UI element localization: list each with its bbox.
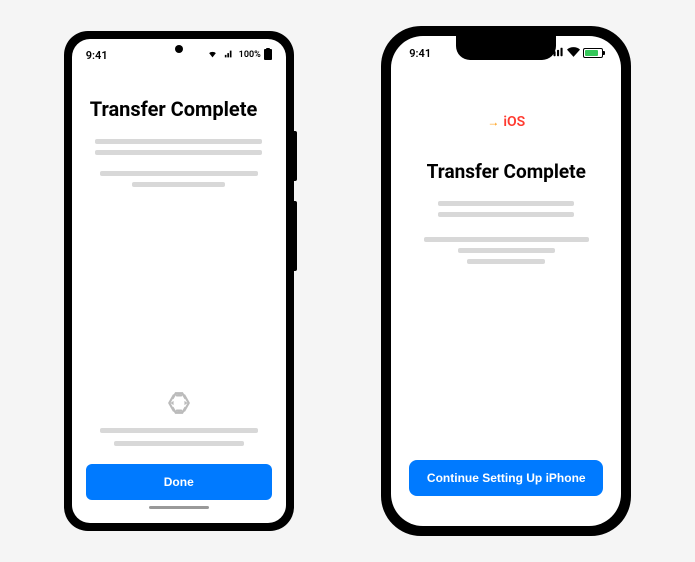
android-side-button-2 — [294, 201, 297, 271]
iphone-status-right — [550, 47, 603, 60]
android-content: Transfer Complete Done — [72, 67, 286, 523]
android-status-right: 100% — [206, 48, 272, 63]
iphone-screen: 9:41 → iOS Transfer Complete — [391, 36, 621, 526]
iphone-page-title: Transfer Complete — [409, 160, 603, 183]
placeholder-line — [114, 441, 244, 446]
iphone-status-time: 9:41 — [409, 47, 431, 60]
battery-icon — [583, 48, 603, 58]
placeholder-line — [100, 171, 258, 176]
ios-logo-text: iOS — [503, 114, 525, 130]
arrow-right-icon: → — [487, 115, 499, 129]
iphone-frame: 9:41 → iOS Transfer Complete — [381, 26, 631, 536]
android-home-indicator[interactable] — [149, 506, 209, 509]
wifi-icon — [206, 49, 219, 62]
placeholder-line — [424, 237, 589, 242]
android-side-button-1 — [294, 131, 297, 181]
signal-icon — [222, 49, 236, 62]
placeholder-line — [100, 428, 258, 433]
placeholder-line — [95, 139, 262, 144]
iphone-notch — [456, 36, 556, 60]
recycle-section — [86, 390, 272, 446]
battery-icon — [264, 48, 272, 63]
move-to-ios-logo: → iOS — [409, 114, 603, 130]
android-battery-text: 100% — [239, 50, 261, 60]
android-phone-frame: 9:41 100% Transfer Complete — [64, 31, 294, 531]
android-page-title: Transfer Complete — [86, 97, 272, 121]
placeholder-text-block — [86, 139, 272, 155]
placeholder-text-block — [409, 237, 603, 264]
iphone-content: → iOS Transfer Complete Continue Setting… — [391, 64, 621, 526]
placeholder-line — [438, 201, 574, 206]
android-status-bar: 9:41 100% — [72, 39, 286, 67]
android-status-time: 9:41 — [86, 49, 108, 62]
done-button[interactable]: Done — [86, 464, 272, 500]
placeholder-text-block — [409, 201, 603, 217]
recycle-icon — [166, 390, 192, 420]
wifi-icon — [567, 47, 580, 60]
android-screen: 9:41 100% Transfer Complete — [72, 39, 286, 523]
continue-setup-button[interactable]: Continue Setting Up iPhone — [409, 460, 603, 496]
placeholder-line — [458, 248, 555, 253]
placeholder-text-block — [86, 171, 272, 187]
android-camera-punch-hole — [175, 45, 183, 53]
